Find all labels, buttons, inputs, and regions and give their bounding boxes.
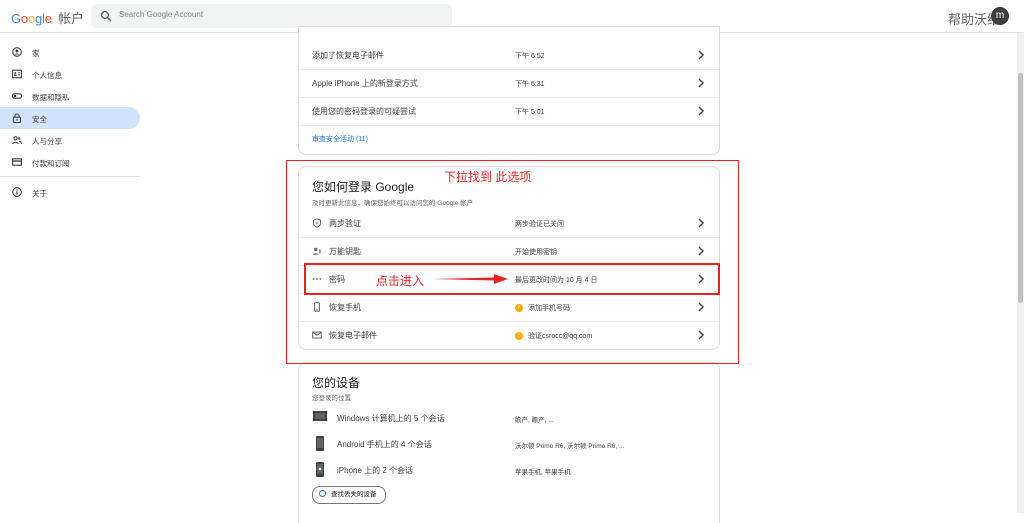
info-icon (12, 187, 22, 197)
activity-time: 下午 5:01 (515, 109, 545, 116)
google-wordmark: Google (11, 11, 55, 26)
people-icon (12, 136, 22, 145)
sidebar-item-people-sharing[interactable]: 人与分享 (0, 129, 140, 151)
activity-label: Apple iPhone 上的新登录方式 (312, 79, 418, 88)
sidebar-item-payments[interactable]: 付款和订阅 (0, 151, 140, 173)
device-label: Windows 计算机上的 5 个会话 (337, 414, 445, 423)
logo-letter-o1: o (20, 11, 28, 26)
avatar[interactable]: m (991, 7, 1009, 25)
device-label: iPhone 上的 2 个会话 (337, 466, 414, 475)
logo-letter-g: G (11, 11, 21, 26)
device-row-iphone[interactable]: iPhone 上的 2 个会话 苹果手机, 苹果手机 (312, 457, 732, 483)
device-value: 沃尔顿 Primo R6, 沃尔顿 Primo R6, ... (515, 443, 625, 450)
annotation-password-box (304, 263, 720, 295)
review-security-activity-link[interactable]: 审查安全活动 (11) (312, 134, 368, 144)
chevron-right-icon (698, 106, 704, 116)
sidebar-item-label: 付款和订阅 (32, 159, 70, 168)
devices-card: 您的设备 您登录的位置 Windows 计算机上的 5 个会话 瞻产, 瞻产, … (298, 362, 720, 523)
id-card-icon (12, 69, 22, 79)
device-row-windows[interactable]: Windows 计算机上的 5 个会话 瞻产, 瞻产, ... (312, 405, 732, 431)
activity-label: 使用您的密码登录的可疑尝试 (312, 107, 416, 116)
sidebar-item-home[interactable]: 家 (0, 41, 140, 63)
chevron-right-icon (698, 78, 704, 88)
sidebar-item-label: 关于 (32, 189, 47, 198)
activity-time: 下午 6:31 (515, 81, 545, 88)
scrollbar-thumb[interactable] (1018, 73, 1023, 303)
sidebar-item-personal-info[interactable]: 个人信息 (0, 63, 140, 85)
annotation-click-hint: 点击进入 (376, 274, 425, 288)
find-lost-device-label: 查找丢失的设备 (331, 491, 377, 498)
activity-label: 添加了恢复电子邮件 (312, 51, 384, 60)
device-value: 瞻产, 瞻产, ... (515, 417, 554, 424)
scrollbar[interactable] (1017, 33, 1024, 513)
sidebar-item-label: 安全 (32, 115, 47, 124)
devices-card-subtitle: 您登录的位置 (312, 395, 351, 402)
activity-row[interactable]: 添加了恢复电子邮件 下午 6:52 (299, 41, 719, 69)
annotation-arrow (432, 274, 508, 284)
search-bar[interactable]: Search Google Account (91, 4, 452, 28)
logo-letter-e: e (44, 11, 52, 26)
search-input[interactable]: Search Google Account (119, 10, 203, 19)
search-icon (100, 10, 112, 22)
annotation-outer-box (286, 160, 739, 364)
sidebar-item-label: 个人信息 (32, 71, 62, 80)
sidebar-item-about[interactable]: 关于 (0, 181, 140, 203)
google-account-logo[interactable]: Google 帐户 (11, 8, 84, 27)
iphone-icon (316, 462, 324, 477)
sidebar: 家 个人信息 数据和隐私 安全 人与分享 付款和订阅 关于 (0, 33, 145, 203)
chevron-right-icon (698, 50, 704, 60)
sidebar-item-label: 数据和隐私 (32, 93, 70, 102)
logo-letter-g2: g (34, 11, 43, 26)
sidebar-item-security[interactable]: 安全 (0, 107, 140, 129)
devices-card-title: 您的设备 (312, 376, 361, 390)
device-label: Android 手机上的 4 个会话 (337, 440, 432, 449)
toggle-icon (12, 93, 22, 99)
annotation-scroll-hint: 下拉找到 此选项 (444, 170, 532, 184)
android-phone-icon (316, 436, 324, 451)
sidebar-item-label: 人与分享 (32, 137, 62, 146)
activity-time: 下午 6:52 (515, 53, 545, 60)
home-icon (12, 47, 22, 57)
row-divider (299, 125, 719, 126)
find-lost-device-button[interactable]: 查找丢失的设备 (312, 486, 386, 504)
device-row-android[interactable]: Android 手机上的 4 个会话 沃尔顿 Primo R6, 沃尔顿 Pri… (312, 431, 732, 457)
sidebar-item-label: 家 (32, 49, 40, 58)
sidebar-item-data-privacy[interactable]: 数据和隐私 (0, 85, 140, 107)
location-icon (319, 489, 326, 497)
logo-account-label: 帐户 (58, 11, 85, 26)
credit-card-icon (12, 158, 22, 166)
laptop-icon (313, 411, 327, 421)
logo-letter-o2: o (27, 11, 35, 26)
lock-icon (12, 113, 22, 123)
activity-row[interactable]: 使用您的密码登录的可疑尝试 下午 5:01 (299, 97, 719, 125)
activity-row[interactable]: Apple iPhone 上的新登录方式 下午 6:31 (299, 69, 719, 97)
sidebar-divider (0, 176, 140, 177)
device-value: 苹果手机, 苹果手机 (515, 469, 571, 476)
recent-activity-card: 添加了恢复电子邮件 下午 6:52 Apple iPhone 上的新登录方式 下… (298, 26, 720, 155)
